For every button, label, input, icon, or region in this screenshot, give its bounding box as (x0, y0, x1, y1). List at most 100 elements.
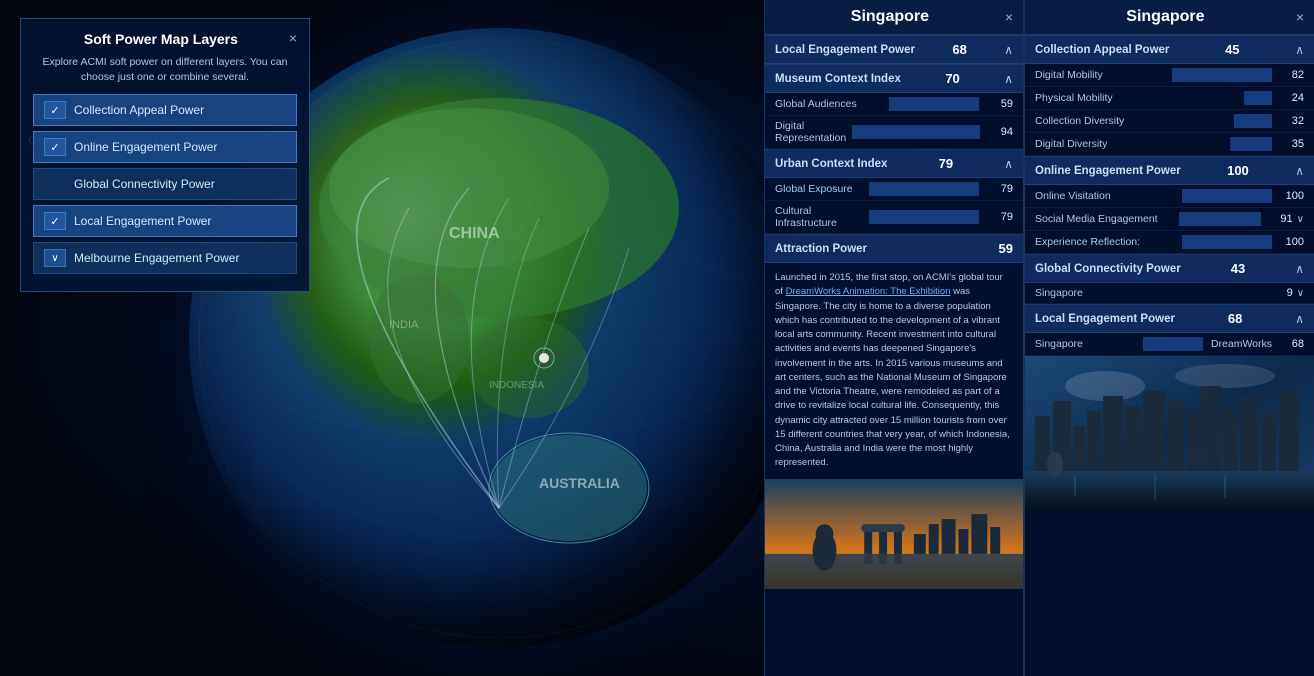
layer-label-global-connectivity: Global Connectivity Power (74, 177, 215, 191)
collection-diversity-label: Collection Diversity (1035, 115, 1230, 127)
mid-panel-image (765, 479, 1023, 589)
physical-mobility-value: 24 (1276, 92, 1304, 104)
panel-subtitle: Explore ACMI soft power on different lay… (33, 55, 297, 84)
physical-mobility-bar (1244, 91, 1272, 105)
right-panel: Singapore × Collection Appeal Power 45 ∧… (1024, 0, 1314, 676)
global-audiences-value: 59 (985, 98, 1013, 110)
social-media-label: Social Media Engagement (1035, 213, 1175, 225)
svg-text:CHINA: CHINA (449, 225, 500, 242)
social-media-chevron[interactable]: ∨ (1297, 214, 1304, 225)
global-exposure-row: Global Exposure 79 (765, 178, 1023, 201)
dreamworks-link[interactable]: DreamWorks Animation: The Exhibition (786, 286, 951, 297)
local-engagement-right-title: Local Engagement Power (1035, 313, 1175, 325)
global-audiences-bar (889, 97, 979, 111)
digital-representation-row: Digital Representation 94 (765, 116, 1023, 149)
layer-item-melbourne-engagement[interactable]: ∨ Melbourne Engagement Power (33, 242, 297, 274)
right-panel-close[interactable]: × (1296, 10, 1304, 24)
experience-reflection-value: 100 (1276, 236, 1304, 248)
collection-appeal-chevron: ∧ (1295, 43, 1304, 57)
body-text: Launched in 2015, the first stop, on ACM… (765, 263, 1023, 479)
attraction-power-score: 59 (999, 241, 1013, 256)
layer-label-collection-appeal: Collection Appeal Power (74, 103, 204, 117)
digital-diversity-label: Digital Diversity (1035, 138, 1226, 150)
digital-mobility-value: 82 (1276, 69, 1304, 81)
digital-representation-bar (852, 125, 979, 139)
digital-representation-label: Digital Representation (775, 120, 846, 144)
singapore-local-label: Singapore (1035, 338, 1139, 350)
check-local-engagement: ✓ (44, 212, 66, 230)
right-header: Singapore × (1025, 0, 1314, 35)
online-visitation-row: Online Visitation 100 (1025, 185, 1314, 208)
singapore-connectivity-chevron[interactable]: ∨ (1297, 288, 1304, 299)
mid-header: Singapore × (765, 0, 1023, 35)
physical-mobility-label: Physical Mobility (1035, 92, 1240, 104)
physical-mobility-row: Physical Mobility 24 (1025, 87, 1314, 110)
global-connectivity-score: 43 (1231, 261, 1245, 276)
museum-context-title: Museum Context Index (775, 73, 901, 85)
singapore-local-bar (1143, 337, 1203, 351)
left-panel-close[interactable]: × (289, 31, 297, 45)
global-exposure-label: Global Exposure (775, 183, 863, 195)
singapore-local-value: 68 (1276, 338, 1304, 350)
attraction-power-title: Attraction Power (775, 243, 867, 255)
urban-context-score: 79 (939, 156, 953, 171)
local-engagement-right-section-bar[interactable]: Local Engagement Power 68 ∧ (1025, 304, 1314, 333)
local-engagement-right-score: 68 (1228, 311, 1242, 326)
global-connectivity-chevron: ∧ (1295, 262, 1304, 276)
experience-reflection-label: Experience Reflection: (1035, 236, 1178, 248)
layer-item-collection-appeal[interactable]: ✓ Collection Appeal Power (33, 94, 297, 126)
collection-diversity-bar (1234, 114, 1272, 128)
local-engagement-title: Local Engagement Power (775, 44, 915, 56)
panel-title: Soft Power Map Layers (33, 31, 289, 47)
collection-appeal-score: 45 (1225, 42, 1239, 57)
museum-context-section-bar[interactable]: Museum Context Index 70 ∧ (765, 64, 1023, 93)
global-connectivity-title: Global Connectivity Power (1035, 263, 1181, 275)
local-engagement-chevron: ∧ (1004, 43, 1013, 57)
social-media-value: 91 (1265, 213, 1293, 225)
attraction-power-section-bar[interactable]: Attraction Power 59 (765, 234, 1023, 263)
panel-header: Soft Power Map Layers × (33, 31, 297, 47)
online-visitation-bar (1182, 189, 1272, 203)
collection-appeal-section-bar[interactable]: Collection Appeal Power 45 ∧ (1025, 35, 1314, 64)
collection-diversity-row: Collection Diversity 32 (1025, 110, 1314, 133)
urban-context-chevron: ∧ (1004, 157, 1013, 171)
singapore-dreamworks-label: DreamWorks (1207, 338, 1276, 350)
cultural-infrastructure-value: 79 (985, 211, 1013, 223)
cultural-infrastructure-label: Cultural Infrastructure (775, 205, 863, 229)
online-engagement-title: Online Engagement Power (1035, 165, 1181, 177)
check-online-engagement: ✓ (44, 138, 66, 156)
layer-item-global-connectivity[interactable]: Global Connectivity Power (33, 168, 297, 200)
digital-diversity-bar (1230, 137, 1272, 151)
museum-context-score: 70 (945, 71, 959, 86)
global-audiences-label: Global Audiences (775, 98, 883, 110)
left-panel: Soft Power Map Layers × Explore ACMI sof… (20, 18, 310, 292)
mid-panel: Singapore × Local Engagement Power 68 ∧ … (764, 0, 1024, 676)
experience-reflection-bar (1182, 235, 1272, 249)
singapore-connectivity-label: Singapore (1035, 287, 1150, 299)
global-connectivity-section-bar[interactable]: Global Connectivity Power 43 ∧ (1025, 254, 1314, 283)
mid-title: Singapore (775, 8, 1005, 26)
collection-diversity-value: 32 (1276, 115, 1304, 127)
global-exposure-value: 79 (985, 183, 1013, 195)
online-engagement-chevron: ∧ (1295, 164, 1304, 178)
singapore-connectivity-row: Singapore 9 ∨ (1025, 283, 1314, 304)
digital-diversity-value: 35 (1276, 138, 1304, 150)
collection-appeal-title: Collection Appeal Power (1035, 44, 1169, 56)
global-exposure-bar (869, 182, 979, 196)
online-engagement-score: 100 (1227, 163, 1249, 178)
urban-context-section-bar[interactable]: Urban Context Index 79 ∧ (765, 149, 1023, 178)
svg-text:AUSTRALIA: AUSTRALIA (539, 475, 620, 491)
online-engagement-section-bar[interactable]: Online Engagement Power 100 ∧ (1025, 156, 1314, 185)
singapore-connectivity-value: 9 (1265, 287, 1293, 299)
right-title: Singapore (1035, 8, 1296, 26)
layer-label-melbourne-engagement: Melbourne Engagement Power (74, 251, 239, 265)
cultural-infrastructure-bar (869, 210, 979, 224)
mid-panel-close[interactable]: × (1005, 10, 1013, 24)
layer-item-online-engagement[interactable]: ✓ Online Engagement Power (33, 131, 297, 163)
check-collection-appeal: ✓ (44, 101, 66, 119)
layer-label-online-engagement: Online Engagement Power (74, 140, 217, 154)
local-engagement-section-bar[interactable]: Local Engagement Power 68 ∧ (765, 35, 1023, 64)
social-media-bar (1179, 212, 1261, 226)
layer-item-local-engagement[interactable]: ✓ Local Engagement Power (33, 205, 297, 237)
layer-label-local-engagement: Local Engagement Power (74, 214, 211, 228)
